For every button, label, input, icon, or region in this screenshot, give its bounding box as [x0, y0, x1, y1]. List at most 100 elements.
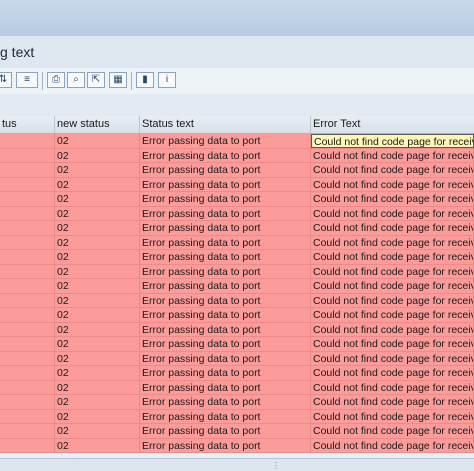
cell-status[interactable] [0, 409, 55, 424]
cell-status-text[interactable]: Error passing data to port [140, 192, 311, 206]
table-row[interactable]: 02 Error passing data to port Could not fi… [0, 264, 474, 279]
table-row[interactable]: 02 Error passing data to port Could not fi… [0, 308, 474, 323]
table-row[interactable]: 02 Error passing data to port Could not fi… [0, 250, 474, 265]
cell-new-status[interactable]: 02 [55, 366, 140, 380]
cell-status-text[interactable]: Error passing data to port [140, 177, 311, 192]
cell-status-text[interactable]: Error passing data to port [140, 337, 311, 351]
cell-status[interactable] [0, 380, 55, 395]
cell-status[interactable] [0, 148, 55, 163]
cell-status-text[interactable]: Error passing data to port [140, 351, 311, 366]
cell-new-status[interactable]: 02 [55, 279, 140, 293]
cell-new-status[interactable]: 02 [55, 424, 140, 438]
cell-status-text[interactable]: Error passing data to port [140, 424, 311, 438]
table-row[interactable]: 02 Error passing data to port Could not fi… [0, 351, 474, 366]
table-row[interactable]: 02 Error passing data to port Could not fi… [0, 163, 474, 178]
cell-status[interactable] [0, 192, 55, 206]
cell-status-text[interactable]: Error passing data to port [140, 380, 311, 395]
cell-new-status[interactable]: 02 [55, 134, 140, 148]
cell-new-status[interactable]: 02 [55, 395, 140, 409]
cell-error-text[interactable]: Could not find code page for receivin [311, 424, 474, 438]
cell-error-text[interactable]: Could not find code page for receivin [311, 163, 474, 177]
cell-error-text[interactable]: Could not find code page for receivin [311, 395, 474, 409]
cell-status-text[interactable]: Error passing data to port [140, 221, 311, 235]
cell-new-status[interactable]: 02 [55, 322, 140, 337]
cell-new-status[interactable]: 02 [55, 438, 140, 453]
cell-new-status[interactable]: 02 [55, 221, 140, 235]
cell-status[interactable] [0, 206, 55, 221]
find-icon[interactable]: ⌕ [67, 72, 85, 88]
table-row[interactable]: 02 Error passing data to port Could not fi… [0, 134, 474, 149]
cell-status[interactable] [0, 134, 55, 148]
chart-icon[interactable]: ▮ [136, 72, 154, 88]
cell-status-text[interactable]: Error passing data to port [140, 235, 311, 250]
cell-status[interactable] [0, 235, 55, 250]
cell-error-text[interactable]: Could not find code page for receivin [311, 380, 474, 395]
cell-status[interactable] [0, 177, 55, 192]
table-row[interactable]: 02 Error passing data to port Could not fi… [0, 148, 474, 163]
cell-error-text[interactable]: Could not find code page for receivin [311, 250, 474, 264]
table-row[interactable]: 02 Error passing data to port Could not fi… [0, 235, 474, 250]
cell-new-status[interactable]: 02 [55, 148, 140, 163]
cell-status[interactable] [0, 395, 55, 409]
cell-status-text[interactable]: Error passing data to port [140, 250, 311, 264]
column-header-error-text[interactable]: Error Text [311, 116, 474, 133]
cell-status-text[interactable]: Error passing data to port [140, 366, 311, 380]
cell-new-status[interactable]: 02 [55, 177, 140, 192]
cell-error-text[interactable]: Could not find code page for receivin [311, 192, 474, 206]
table-row[interactable]: 02 Error passing data to port Could not fi… [0, 177, 474, 192]
cell-error-text[interactable]: Could not find code page for receivin [311, 322, 474, 337]
cell-status-text[interactable]: Error passing data to port [140, 264, 311, 279]
cell-status[interactable] [0, 351, 55, 366]
cell-status[interactable] [0, 264, 55, 279]
table-row[interactable]: 02 Error passing data to port Could not fi… [0, 322, 474, 337]
column-header-new-status[interactable]: new status [55, 116, 140, 133]
sort-icon[interactable]: ≡ [16, 72, 38, 88]
table-row[interactable]: 02 Error passing data to port Could not fi… [0, 424, 474, 439]
cell-new-status[interactable]: 02 [55, 308, 140, 322]
cell-error-text[interactable]: Could not find code page for receivin [311, 366, 474, 380]
filter-icon[interactable]: ⇅ [0, 72, 12, 88]
table-row[interactable]: 02 Error passing data to port Could not fi… [0, 438, 474, 453]
cell-status-text[interactable]: Error passing data to port [140, 409, 311, 424]
cell-new-status[interactable]: 02 [55, 293, 140, 308]
cell-status-text[interactable]: Error passing data to port [140, 206, 311, 221]
cell-error-text[interactable]: Could not find code page for receivin [311, 221, 474, 235]
cell-status[interactable] [0, 366, 55, 380]
cell-status[interactable] [0, 322, 55, 337]
table-row[interactable]: 02 Error passing data to port Could not fi… [0, 366, 474, 381]
cell-error-text[interactable]: Could not find code page for receivin [311, 337, 474, 351]
table-row[interactable]: 02 Error passing data to port Could not fi… [0, 337, 474, 352]
scroll-grip-icon[interactable]: ⋮ [272, 461, 280, 470]
column-header-status-text[interactable]: Status text [140, 116, 311, 133]
cell-error-text[interactable]: Could not find code page for receivin [311, 409, 474, 424]
cell-new-status[interactable]: 02 [55, 163, 140, 177]
cell-status[interactable] [0, 424, 55, 438]
cell-status-text[interactable]: Error passing data to port [140, 293, 311, 308]
cell-status[interactable] [0, 250, 55, 264]
cell-status-text[interactable]: Error passing data to port [140, 163, 311, 177]
cell-error-text[interactable]: Could not find code page for receivin [311, 235, 474, 250]
column-header-status[interactable]: tus [0, 116, 55, 133]
cell-status[interactable] [0, 438, 55, 453]
cell-status-text[interactable]: Error passing data to port [140, 308, 311, 322]
table-row[interactable]: 02 Error passing data to port Could not fi… [0, 206, 474, 221]
cell-status[interactable] [0, 163, 55, 177]
cell-new-status[interactable]: 02 [55, 250, 140, 264]
cell-error-text[interactable]: Could not find code page for receivin [311, 206, 474, 221]
cell-status[interactable] [0, 337, 55, 351]
cell-status-text[interactable]: Error passing data to port [140, 438, 311, 453]
cell-status-text[interactable]: Error passing data to port [140, 148, 311, 163]
cell-new-status[interactable]: 02 [55, 380, 140, 395]
cell-error-text[interactable]: Could not find code page for receivin [311, 279, 474, 293]
cell-error-text[interactable]: Could not find code page for receivin [311, 308, 474, 322]
table-row[interactable]: 02 Error passing data to port Could not fi… [0, 279, 474, 294]
table-row[interactable]: 02 Error passing data to port Could not fi… [0, 395, 474, 410]
cell-new-status[interactable]: 02 [55, 206, 140, 221]
cell-new-status[interactable]: 02 [55, 264, 140, 279]
cell-error-text[interactable]: Could not find code page for receivin [311, 148, 474, 163]
table-row[interactable]: 02 Error passing data to port Could not fi… [0, 192, 474, 207]
cell-error-text[interactable]: Could not find code page for receivin [311, 134, 474, 148]
cell-status-text[interactable]: Error passing data to port [140, 134, 311, 148]
cell-error-text[interactable]: Could not find code page for receivin [311, 438, 474, 453]
cell-status-text[interactable]: Error passing data to port [140, 279, 311, 293]
